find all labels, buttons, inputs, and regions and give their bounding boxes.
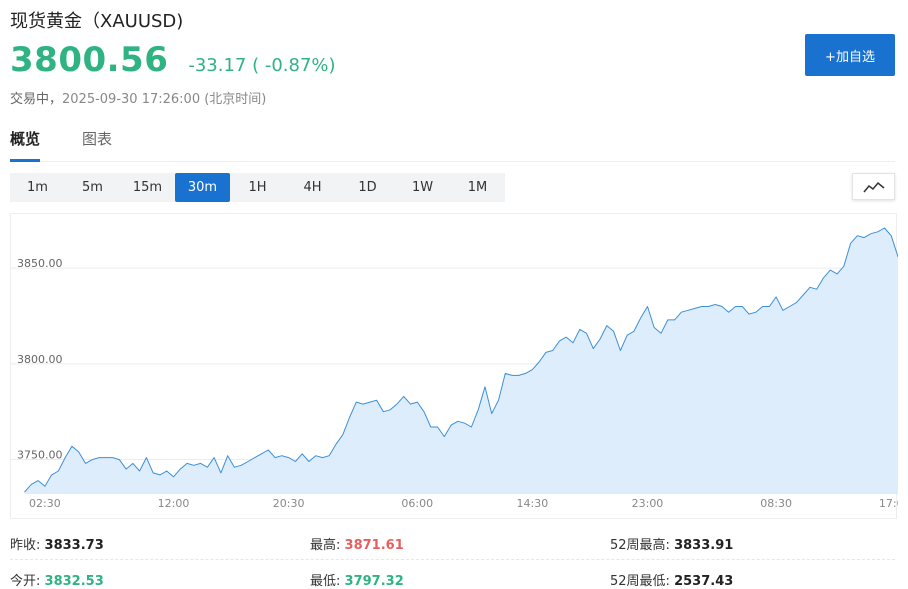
x-tick-label: 14:30 xyxy=(517,497,549,510)
stat-52w-high: 52周最高: 3833.91 xyxy=(610,534,733,553)
stat-value: 3833.91 xyxy=(674,538,734,553)
stat-open: 今开: 3832.53 xyxy=(10,570,104,589)
quote-timestamp: 2025-09-30 17:26:00 xyxy=(62,92,201,107)
stat-label: 52周最低: xyxy=(610,574,670,589)
chart-svg: 3850.00 3800.00 3750.00 02:30 12:00 20:30 06:0… xyxy=(11,227,898,510)
stat-value: 3871.61 xyxy=(344,538,404,553)
stat-label: 今开: xyxy=(10,574,41,589)
chart-type-button[interactable] xyxy=(852,173,895,200)
stat-low: 最低: 3797.32 xyxy=(310,570,404,589)
x-tick-label: 12:00 xyxy=(158,497,190,510)
stat-label: 最低: xyxy=(310,574,341,589)
x-tick-label: 23:00 xyxy=(632,497,664,510)
current-price: 3800.56 xyxy=(10,40,169,80)
tab-chart[interactable]: 图表 xyxy=(82,128,112,162)
tab-overview[interactable]: 概览 xyxy=(10,128,41,162)
stats-row: 昨收: 3833.73 最高: 3871.61 52周最高: 3833.91 xyxy=(10,530,895,560)
stat-value: 3833.73 xyxy=(44,538,104,553)
stat-52w-low: 52周最低: 2537.43 xyxy=(610,570,733,589)
stat-label: 最高: xyxy=(310,538,341,553)
instrument-title: 现货黄金（XAUUSD) xyxy=(10,11,184,32)
x-tick-label: 02:30 xyxy=(29,497,61,510)
period-1h[interactable]: 1H xyxy=(230,173,285,202)
x-tick-label: 17:0 xyxy=(879,497,898,510)
status-label: 交易中， xyxy=(10,92,63,107)
stat-prev-close: 昨收: 3833.73 xyxy=(10,534,104,553)
price-change: -33.17 ( -0.87%) xyxy=(188,55,336,76)
stats-panel: 昨收: 3833.73 最高: 3871.61 52周最高: 3833.91 今… xyxy=(10,530,895,589)
line-chart-icon xyxy=(862,181,884,192)
stat-value: 3832.53 xyxy=(44,574,104,589)
add-to-watchlist-button[interactable]: +加自选 xyxy=(805,34,895,76)
x-tick-label: 20:30 xyxy=(273,497,305,510)
y-tick-label: 3750.00 xyxy=(17,449,63,462)
x-tick-label: 08:30 xyxy=(760,497,792,510)
price-row: 3800.56 -33.17 ( -0.87%) xyxy=(10,40,336,80)
x-tick-label: 06:00 xyxy=(401,497,433,510)
period-15m[interactable]: 15m xyxy=(120,173,175,202)
timezone-label: (北京时间) xyxy=(204,92,267,107)
period-1w[interactable]: 1W xyxy=(395,173,450,202)
stat-label: 昨收: xyxy=(10,538,41,553)
period-selector: 1m 5m 15m 30m 1H 4H 1D 1W 1M xyxy=(10,173,505,202)
y-tick-label: 3800.00 xyxy=(17,353,63,366)
stats-row: 今开: 3832.53 最低: 3797.32 52周最低: 2537.43 xyxy=(10,566,895,589)
period-5m[interactable]: 5m xyxy=(65,173,120,202)
y-tick-label: 3850.00 xyxy=(17,257,63,270)
stat-value: 2537.43 xyxy=(674,574,734,589)
period-4h[interactable]: 4H xyxy=(285,173,340,202)
stat-value: 3797.32 xyxy=(344,574,404,589)
period-1mo[interactable]: 1M xyxy=(450,173,505,202)
stat-high: 最高: 3871.61 xyxy=(310,534,404,553)
period-1d[interactable]: 1D xyxy=(340,173,395,202)
stat-label: 52周最高: xyxy=(610,538,670,553)
price-chart[interactable]: 3850.00 3800.00 3750.00 02:30 12:00 20:30 06:0… xyxy=(10,213,898,519)
period-1m[interactable]: 1m xyxy=(10,173,65,202)
trading-status: 交易中，2025-09-30 17:26:00 (北京时间) xyxy=(10,88,266,107)
view-tabs: 概览 图表 xyxy=(10,128,895,162)
period-30m[interactable]: 30m xyxy=(175,173,230,202)
